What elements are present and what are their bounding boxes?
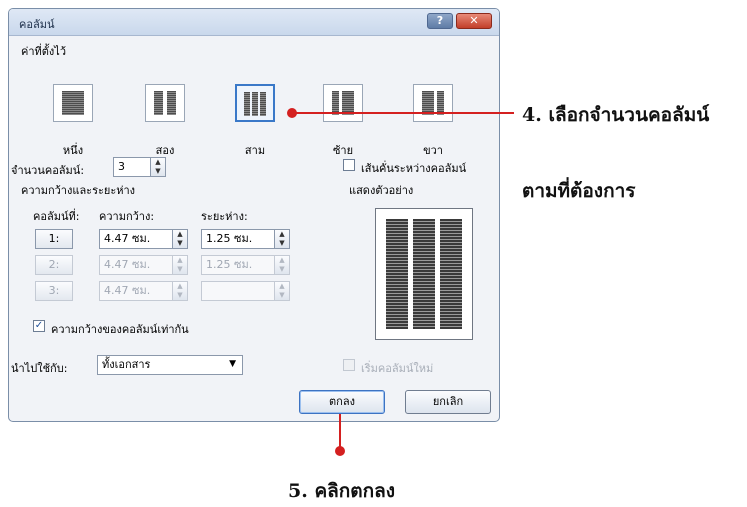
title-bar: คอลัมน์ ? ✕ — [9, 9, 499, 36]
num-columns-label: จำนวนคอลัมน์: — [11, 164, 85, 177]
new-column-checkbox[interactable] — [343, 359, 355, 371]
preset-three-label: สาม — [244, 144, 266, 157]
spacing-spinner-1[interactable]: ▲ ▼ — [274, 229, 290, 249]
spacing-input-3[interactable] — [201, 281, 275, 301]
step4-annotation: 4. เลือกจำนวนคอลัมน์ — [522, 104, 710, 126]
dialog-title: คอลัมน์ — [19, 18, 55, 31]
spacing-header: ระยะห่าง: — [201, 210, 248, 223]
column-number-3: 3: — [35, 281, 73, 301]
close-button[interactable]: ✕ — [456, 13, 492, 29]
spacing-input-1[interactable]: 1.25 ซม. — [201, 229, 275, 249]
new-column-label: เริ่มคอลัมน์ใหม่ — [361, 362, 434, 375]
column-width-spinner-3[interactable]: ▲ ▼ — [172, 281, 188, 301]
width-header: ความกว้าง: — [99, 210, 155, 223]
chevron-down-icon: ▼ — [229, 359, 236, 369]
line-between-label: เส้นคั่นระหว่างคอลัมน์ — [361, 162, 467, 175]
equal-width-label: ความกว้างของคอลัมน์เท่ากัน — [51, 323, 189, 336]
column-width-input-3[interactable]: 4.47 ซม. — [99, 281, 173, 301]
column-width-spinner-2[interactable]: ▲ ▼ — [172, 255, 188, 275]
cancel-button[interactable]: ยกเลิก — [405, 390, 491, 414]
spacing-spinner-2[interactable]: ▲ ▼ — [274, 255, 290, 275]
step5-annotation: 5. คลิกตกลง — [288, 480, 396, 502]
preview-pane — [375, 208, 473, 340]
num-columns-spinner[interactable]: ▲ ▼ — [150, 157, 166, 177]
preset-two[interactable] — [145, 84, 185, 122]
col-header: คอลัมน์ที่: — [33, 210, 80, 223]
column-width-spinner-1[interactable]: ▲ ▼ — [172, 229, 188, 249]
columns-dialog: คอลัมน์ ? ✕ ค่าที่ตั้งไว้ หนึ่ง สอง สาม … — [8, 8, 500, 422]
one-column-icon — [62, 91, 84, 115]
column-number-2: 2: — [35, 255, 73, 275]
presets-label: ค่าที่ตั้งไว้ — [21, 45, 67, 58]
step4-annotation-line2: ตามที่ต้องการ — [522, 180, 636, 202]
column-width-input-2[interactable]: 4.47 ซม. — [99, 255, 173, 275]
width-spacing-label: ความกว้างและระยะห่าง — [21, 184, 136, 197]
apply-to-select[interactable]: ทั้งเอกสาร ▼ — [97, 355, 243, 375]
preview-label: แสดงตัวอย่าง — [349, 184, 414, 197]
preset-one-label: หนึ่ง — [62, 144, 84, 157]
line-between-checkbox[interactable] — [343, 159, 355, 171]
preset-left-label: ซ้าย — [332, 144, 354, 157]
spacing-spinner-3[interactable]: ▲ ▼ — [274, 281, 290, 301]
apply-to-value: ทั้งเอกสาร — [102, 358, 151, 371]
num-columns-input[interactable]: 3 — [113, 157, 151, 177]
preset-right[interactable] — [413, 84, 453, 122]
help-button[interactable]: ? — [427, 13, 453, 29]
equal-width-checkbox[interactable]: ✓ — [33, 320, 45, 332]
apply-to-label: นำไปใช้กับ: — [11, 362, 68, 375]
preset-left[interactable] — [323, 84, 363, 122]
ok-button[interactable]: ตกลง — [299, 390, 385, 414]
preview-column-1 — [386, 219, 408, 329]
column-width-input-1[interactable]: 4.47 ซม. — [99, 229, 173, 249]
column-number-1: 1: — [35, 229, 73, 249]
preview-column-2 — [413, 219, 435, 329]
preset-one[interactable] — [53, 84, 93, 122]
preset-three[interactable] — [235, 84, 275, 122]
spacing-input-2[interactable]: 1.25 ซม. — [201, 255, 275, 275]
preview-column-3 — [440, 219, 462, 329]
preset-right-label: ขวา — [423, 144, 443, 157]
